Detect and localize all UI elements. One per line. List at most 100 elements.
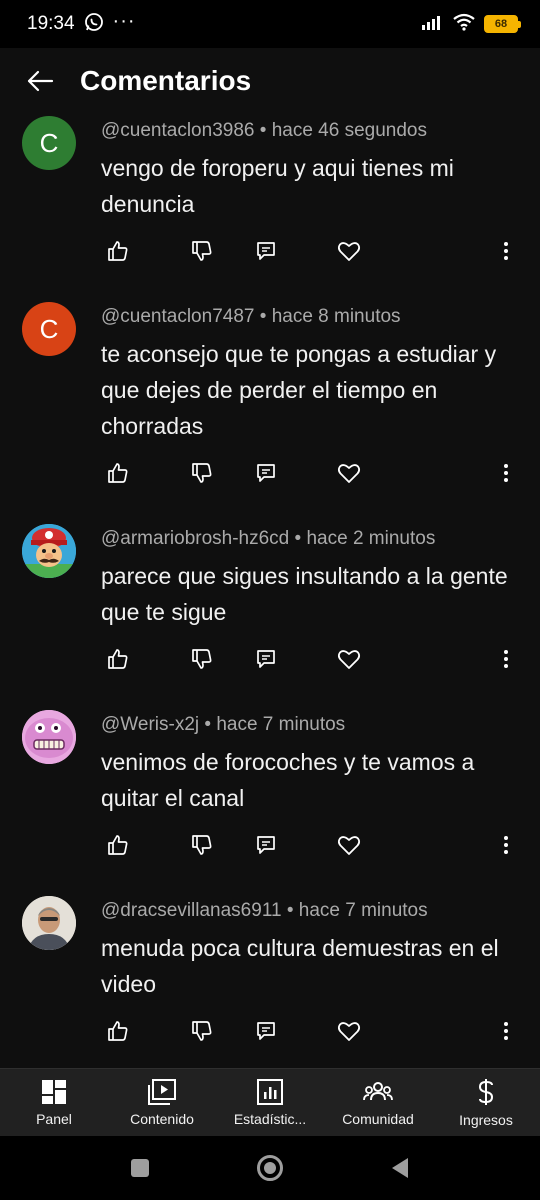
earn-icon (478, 1078, 494, 1105)
avatar[interactable]: C (22, 116, 76, 170)
comment-actions (0, 453, 540, 493)
nav-item-panel[interactable]: Panel (0, 1069, 108, 1136)
comments-list[interactable]: C @cuentaclon3986 • hace 46 segundos ven… (0, 114, 540, 1068)
more-vert-icon (504, 464, 508, 482)
like-button[interactable] (98, 825, 138, 865)
comment-author[interactable]: @armariobrosh-hz6cd (101, 528, 289, 549)
dislike-button[interactable] (182, 1011, 222, 1051)
heart-button[interactable] (329, 825, 369, 865)
more-vert-icon (504, 1022, 508, 1040)
comment-text: vengo de foroperu y aqui tienes mi denun… (101, 155, 454, 217)
avatar[interactable] (22, 524, 76, 578)
reply-button[interactable] (246, 231, 286, 271)
meta-separator: • (259, 306, 267, 327)
heart-button[interactable] (329, 1011, 369, 1051)
comment-actions (0, 231, 540, 271)
nav-label: Comunidad (342, 1110, 414, 1127)
reply-button[interactable] (246, 453, 286, 493)
battery-icon: 68 (484, 15, 521, 33)
creature-avatar-icon (22, 710, 76, 764)
community-icon (363, 1081, 393, 1100)
nav-item-community[interactable]: Comunidad (324, 1069, 432, 1136)
comment-time: hace 46 segundos (271, 120, 427, 141)
comment-item: @Weris-x2j • hace 7 minutos venimos de f… (0, 710, 540, 890)
reply-button[interactable] (246, 825, 286, 865)
system-nav-bar (0, 1136, 540, 1200)
more-options-button[interactable] (486, 639, 526, 679)
like-button[interactable] (98, 453, 138, 493)
status-bar: 19:34 ··· 68 (0, 0, 540, 48)
analytics-icon (257, 1078, 283, 1105)
comment-text: te aconsejo que te pongas a estudiar y q… (101, 341, 497, 439)
nav-item-content[interactable]: Contenido (108, 1069, 216, 1136)
heart-icon (337, 836, 361, 855)
avatar[interactable] (22, 896, 76, 950)
comment-meta: @Weris-x2j • hace 7 minutos (101, 714, 345, 736)
content-icon (148, 1078, 176, 1105)
system-back-button[interactable] (380, 1148, 420, 1188)
home-button[interactable] (250, 1148, 290, 1188)
thumb-down-icon (192, 835, 212, 855)
circle-icon (257, 1155, 283, 1181)
arrow-back-icon (27, 70, 54, 92)
wifi-icon (452, 13, 476, 36)
comment-author[interactable]: @Weris-x2j (101, 714, 199, 735)
thumb-down-icon (192, 241, 212, 261)
mario-avatar-icon (22, 524, 76, 578)
dislike-button[interactable] (182, 453, 222, 493)
reply-button[interactable] (246, 1011, 286, 1051)
like-button[interactable] (98, 231, 138, 271)
avatar[interactable]: C (22, 302, 76, 356)
more-options-button[interactable] (486, 1011, 526, 1051)
more-vert-icon (504, 650, 508, 668)
thumb-down-icon (192, 463, 212, 483)
heart-button[interactable] (329, 639, 369, 679)
person-avatar-icon (22, 896, 76, 950)
page-title: Comentarios (80, 65, 252, 96)
meta-separator: • (204, 714, 212, 735)
comment-text: parece que sigues insultando a la gente … (101, 563, 508, 625)
nav-label: Ingresos (459, 1111, 513, 1128)
heart-icon (337, 464, 361, 483)
heart-button[interactable] (329, 453, 369, 493)
dislike-button[interactable] (182, 825, 222, 865)
dashboard-icon (42, 1079, 66, 1104)
like-button[interactable] (98, 639, 138, 679)
comment-item: C @cuentaclon7487 • hace 8 minutos te ac… (0, 302, 540, 512)
comment-author[interactable]: @cuentaclon7487 (101, 306, 254, 327)
thumb-up-icon (108, 241, 128, 261)
bottom-nav: Panel Contenido Estadístic... Comunidad … (0, 1068, 540, 1136)
thumb-up-icon (108, 649, 128, 669)
reply-button[interactable] (246, 639, 286, 679)
more-options-button[interactable] (486, 453, 526, 493)
nav-item-earn[interactable]: Ingresos (432, 1069, 540, 1136)
heart-icon (337, 650, 361, 669)
comment-item: @armariobrosh-hz6cd • hace 2 minutos par… (0, 524, 540, 704)
more-options-button[interactable] (486, 825, 526, 865)
comment-meta: @cuentaclon3986 • hace 46 segundos (101, 120, 427, 142)
meta-separator: • (286, 900, 294, 921)
thumb-up-icon (108, 463, 128, 483)
heart-button[interactable] (329, 231, 369, 271)
reply-icon (257, 242, 275, 260)
avatar[interactable] (22, 710, 76, 764)
comment-author[interactable]: @cuentaclon3986 (101, 120, 254, 141)
like-button[interactable] (98, 1011, 138, 1051)
comment-actions (0, 1011, 540, 1051)
back-button[interactable] (0, 48, 80, 114)
status-time: 19:34 (27, 13, 75, 34)
square-icon (131, 1159, 149, 1177)
comment-author[interactable]: @dracsevillanas6911 (101, 900, 282, 921)
dislike-button[interactable] (182, 639, 222, 679)
whatsapp-icon (84, 12, 104, 37)
thumb-down-icon (192, 649, 212, 669)
recents-button[interactable] (120, 1148, 160, 1188)
comment-item: C @cuentaclon3986 • hace 46 segundos ven… (0, 116, 540, 296)
dislike-button[interactable] (182, 231, 222, 271)
more-vert-icon (504, 836, 508, 854)
more-options-button[interactable] (486, 231, 526, 271)
nav-item-analytics[interactable]: Estadístic... (216, 1069, 324, 1136)
nav-label: Estadístic... (233, 1110, 307, 1127)
more-notifications-icon: ··· (112, 10, 136, 32)
reply-icon (257, 1022, 275, 1040)
